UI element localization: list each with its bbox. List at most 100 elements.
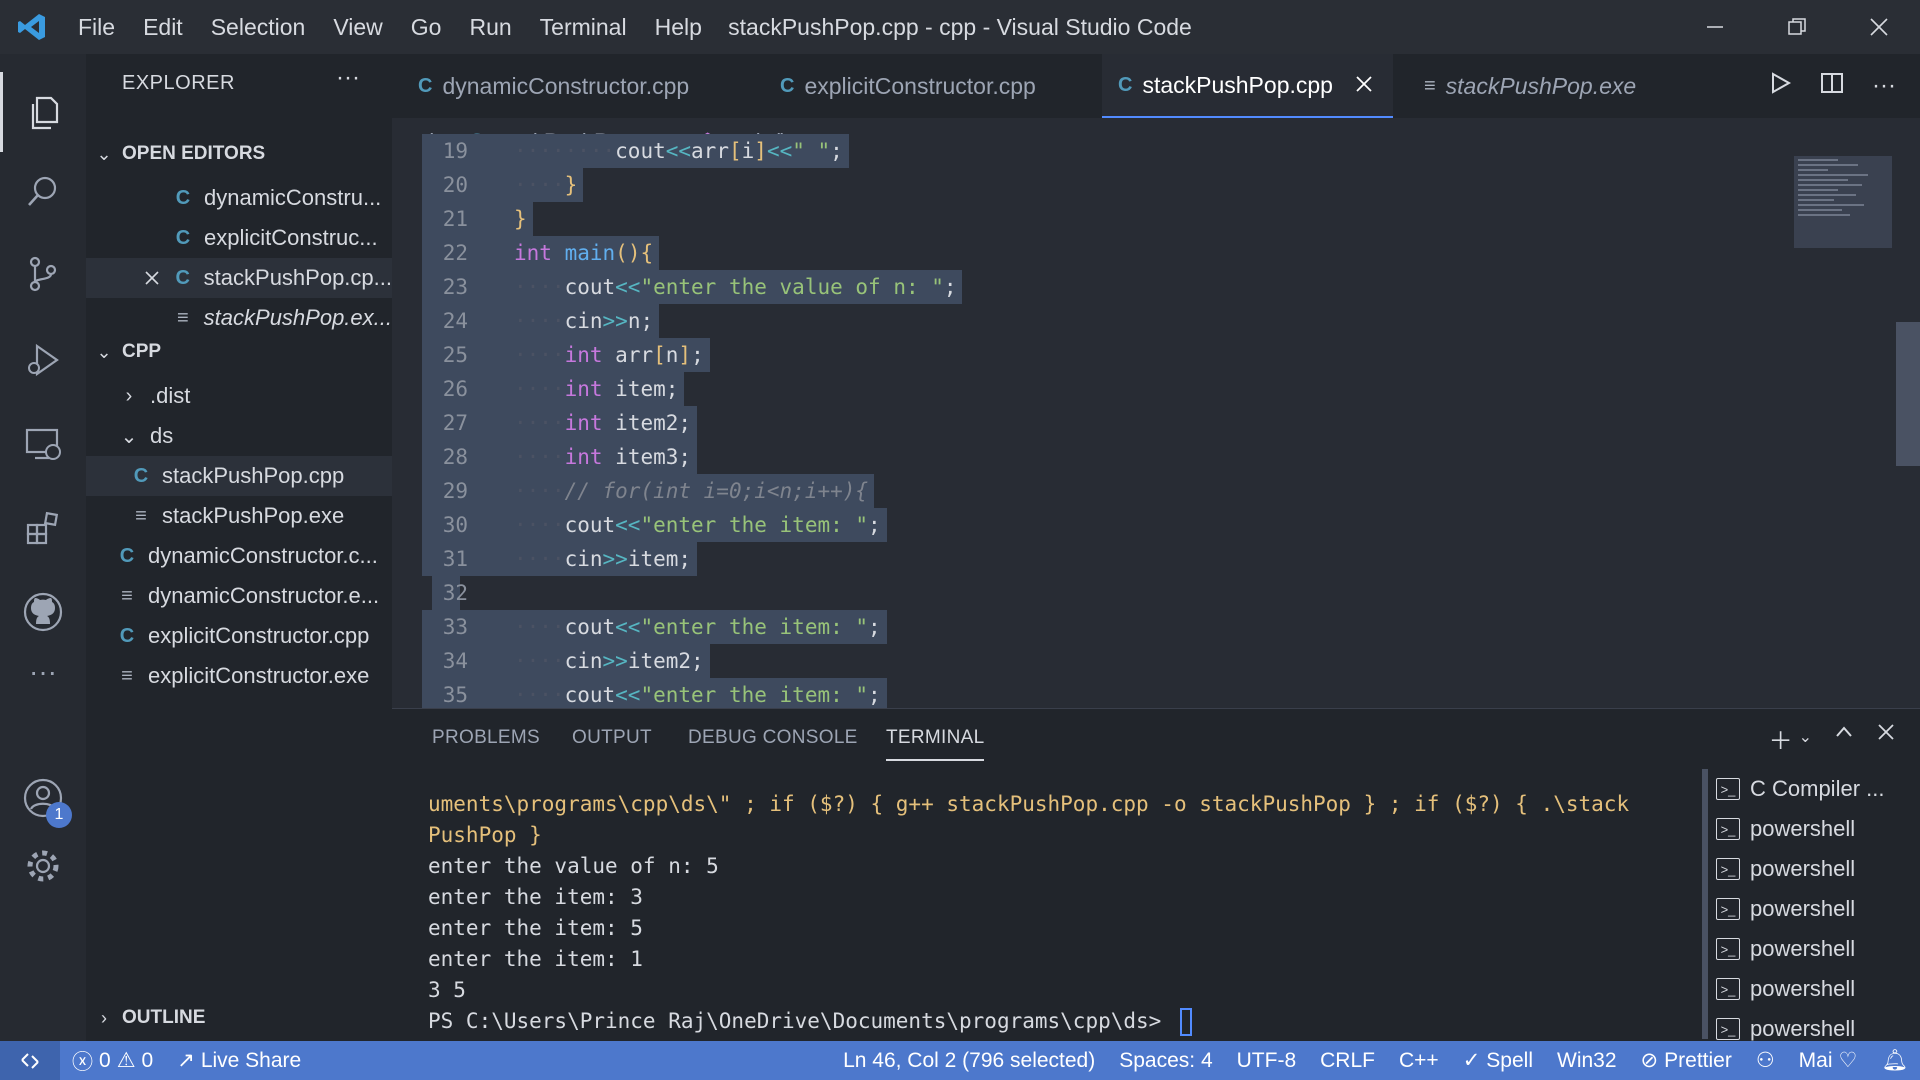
open-editor-item[interactable]: C dynamicConstru... [86,178,392,218]
code-line[interactable]: 23 ····cout<<"enter the value of n: "; [392,270,1792,304]
problems-status[interactable]: ⓧ 0 ⚠ 0 [60,1046,165,1076]
minimap[interactable] [1794,156,1892,248]
terminal-instance[interactable]: >_ powershell [1702,889,1920,929]
code-line[interactable]: 20 ····} [392,168,1792,202]
end-of-line[interactable]: CRLF [1308,1049,1387,1073]
tab-problems[interactable]: PROBLEMS [432,727,540,749]
code-line[interactable]: 31 ····cin>>item; [392,542,1792,576]
code-line[interactable]: 19 ········cout<<arr[i]<<" "; [392,134,1792,168]
tree-folder[interactable]: › .dist [86,376,392,416]
close-icon[interactable] [1838,0,1920,54]
terminal-output[interactable]: uments\programs\cpp\ds\" ; if ($?) { g++… [428,789,1698,1037]
explorer-icon[interactable] [0,72,86,152]
tab-label: explicitConstructor.cpp [804,72,1036,99]
source-control-icon[interactable] [0,234,86,314]
feedback-icon[interactable]: ⚇ [1744,1048,1787,1073]
run-debug-icon[interactable] [0,320,86,400]
code-line[interactable]: 24 ····cin>>n; [392,304,1792,338]
settings-gear-icon[interactable] [0,826,86,906]
menu-terminal[interactable]: Terminal [526,0,641,54]
tree-file[interactable]: C explicitConstructor.cpp [86,616,392,656]
remote-explorer-icon[interactable] [0,404,86,484]
minimize-icon[interactable] [1674,0,1756,54]
tab-stack-push-pop[interactable]: C stackPushPop.cpp [1102,54,1393,118]
user-status[interactable]: Mai ♡ [1787,1048,1870,1073]
more-icon[interactable]: ··· [0,632,86,712]
remote-indicator-icon[interactable] [0,1041,60,1080]
open-editor-item[interactable]: ≡ stackPushPop.ex... [86,298,392,338]
open-editors-header[interactable]: ⌄ OPEN EDITORS [86,136,392,172]
terminal-instance[interactable]: >_ C Compiler ... [1702,769,1920,809]
tab-explicit-constructor[interactable]: C explicitConstructor.cpp [780,54,1036,118]
spell-check[interactable]: ✓ Spell [1451,1048,1545,1073]
menu-run[interactable]: Run [455,0,525,54]
line-number: 34 [442,649,468,673]
indentation[interactable]: Spaces: 4 [1107,1049,1224,1073]
editor-scrollbar[interactable] [1896,322,1920,466]
explorer-more-icon[interactable]: ··· [336,64,360,92]
menu-help[interactable]: Help [641,0,716,54]
live-share-button[interactable]: ↗ Live Share [165,1048,313,1073]
code-line[interactable]: 32 [392,576,1792,610]
new-terminal-icon[interactable]: ＋ [1769,721,1793,756]
menu-bar: File Edit Selection View Go Run Terminal… [64,0,716,54]
menu-view[interactable]: View [319,0,396,54]
tab-stack-push-pop-exe[interactable]: ≡ stackPushPop.exe [1424,54,1636,118]
tree-file-active[interactable]: C stackPushPop.cpp [86,456,392,496]
terminal-instance[interactable]: >_ powershell [1702,849,1920,889]
code-line[interactable]: 22 int main(){ [392,236,1792,270]
open-editor-label: explicitConstruc... [204,225,378,250]
encoding[interactable]: UTF-8 [1225,1049,1309,1073]
open-editor-item-active[interactable]: C stackPushPop.cp... [86,258,392,298]
tab-dynamic-constructor[interactable]: C dynamicConstructor.cpp [418,54,689,118]
code-line[interactable]: 35 ····cout<<"enter the item: "; [392,678,1792,708]
code-editor[interactable]: ds › C stackPushPop.cpp › ⬡ main() 19···… [392,118,1920,708]
tab-terminal[interactable]: TERMINAL [886,727,985,761]
terminal-instance[interactable]: >_ powershell [1702,929,1920,969]
close-editor-icon[interactable] [134,270,170,286]
code-line[interactable]: 28 ····int item3; [392,440,1792,474]
notifications-bell-icon[interactable]: 🔔︎ [1869,1049,1920,1073]
terminal-prompt-line[interactable]: PS C:\Users\Prince Raj\OneDrive\Document… [428,1006,1698,1037]
menu-file[interactable]: File [64,0,129,54]
search-icon[interactable] [0,152,86,232]
tree-file[interactable]: ≡ dynamicConstructor.e... [86,576,392,616]
tree-file[interactable]: ≡ explicitConstructor.exe [86,656,392,696]
cpp-folder-header[interactable]: ⌄ CPP [86,334,392,370]
code-line[interactable]: 25 ····int arr[n]; [392,338,1792,372]
split-editor-icon[interactable] [1820,71,1844,102]
tab-debug-console[interactable]: DEBUG CONSOLE [688,727,858,749]
error-count: 0 [99,1048,111,1072]
code-line[interactable]: 29 ····// for(int i=0;i<n;i++){ [392,474,1792,508]
maximize-panel-icon[interactable] [1834,721,1854,756]
code-line[interactable]: 33 ····cout<<"enter the item: "; [392,610,1792,644]
tree-folder[interactable]: ⌄ ds [86,416,392,456]
menu-selection[interactable]: Selection [197,0,320,54]
code-line[interactable]: 26 ····int item; [392,372,1792,406]
close-tab-icon[interactable] [1355,72,1373,99]
outline-header[interactable]: › OUTLINE [86,1000,392,1036]
code-line[interactable]: 30 ····cout<<"enter the item: "; [392,508,1792,542]
tab-output[interactable]: OUTPUT [572,727,652,749]
language-mode[interactable]: C++ [1387,1049,1451,1073]
chevron-down-icon[interactable]: ⌄ [1799,721,1812,756]
tree-file[interactable]: ≡ stackPushPop.exe [86,496,392,536]
close-panel-icon[interactable] [1876,721,1896,756]
tree-file[interactable]: C dynamicConstructor.c... [86,536,392,576]
code-line[interactable]: 34 ····cin>>item2; [392,644,1792,678]
terminal-instance[interactable]: >_ powershell [1702,809,1920,849]
cursor-position[interactable]: Ln 46, Col 2 (796 selected) [831,1049,1107,1073]
extensions-icon[interactable] [0,488,86,568]
code-line[interactable]: 21} [392,202,1792,236]
tree-label: dynamicConstructor.e... [148,583,380,608]
prettier-status[interactable]: ⊘ Prettier [1629,1048,1744,1073]
menu-go[interactable]: Go [397,0,456,54]
platform[interactable]: Win32 [1545,1049,1629,1073]
code-line[interactable]: 27 ····int item2; [392,406,1792,440]
terminal-instance[interactable]: >_ powershell [1702,969,1920,1009]
restore-icon[interactable] [1756,0,1838,54]
open-editor-item[interactable]: C explicitConstruc... [86,218,392,258]
menu-edit[interactable]: Edit [129,0,197,54]
more-actions-icon[interactable]: ··· [1872,72,1896,100]
run-icon[interactable] [1768,71,1792,102]
